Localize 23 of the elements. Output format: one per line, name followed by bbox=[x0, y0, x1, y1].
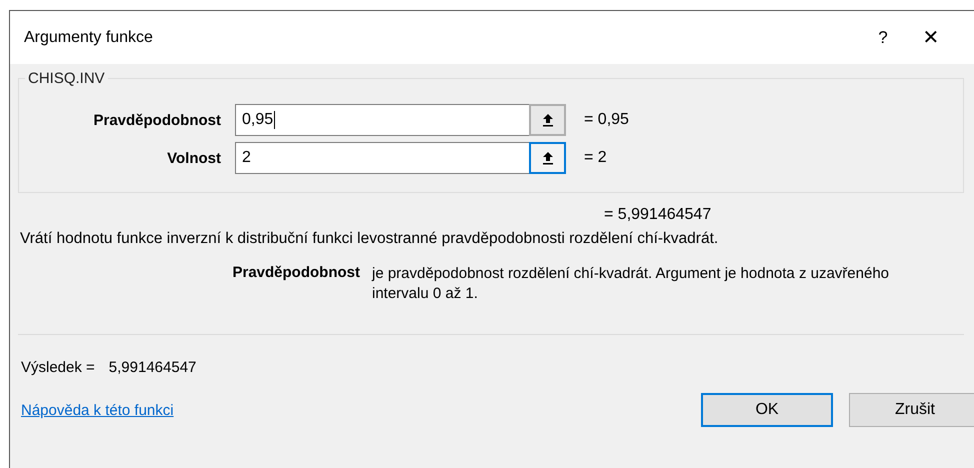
close-button[interactable]: ✕ bbox=[907, 18, 955, 58]
argument-result: = 2 bbox=[584, 149, 607, 167]
argument-help-label: Pravděpodobnost bbox=[231, 264, 361, 283]
collapse-button[interactable] bbox=[529, 104, 566, 136]
function-name: CHISQ.INV bbox=[25, 70, 108, 87]
collapse-button[interactable] bbox=[529, 142, 566, 174]
upload-arrow-icon bbox=[540, 151, 554, 165]
argument-label: Volnost bbox=[166, 150, 222, 166]
input-field[interactable]: 2 bbox=[235, 142, 529, 174]
help-button[interactable]: ? bbox=[859, 18, 907, 58]
help-link[interactable]: Nápověda k této funkci bbox=[21, 402, 701, 418]
argument-help-text: je pravděpodobnost rozdělení chí-kvadrát. Argument je hodnota z uzavřeného intervalu 0 až 1. bbox=[372, 264, 890, 304]
argument-result: = 0,95 bbox=[584, 111, 629, 129]
formula-result: = 5,991464547 bbox=[604, 206, 712, 224]
result-label: Výsledek = bbox=[21, 359, 95, 376]
upload-arrow-icon bbox=[540, 113, 554, 127]
argument-label: Pravděpodobnost bbox=[92, 112, 222, 128]
function-description: Vrátí hodnotu funkce inverzní k distribuční funkci levostranné pravděpodobnosti rozdělení chí-kvadrát. bbox=[20, 230, 720, 248]
dialog-button[interactable]: OK bbox=[701, 393, 833, 427]
input-field[interactable]: 0,95 bbox=[235, 104, 529, 136]
window-title: Argumenty funkce bbox=[24, 28, 154, 46]
dialog-button[interactable]: Zrušit bbox=[849, 393, 974, 427]
result-value: 5,991464547 bbox=[108, 359, 196, 376]
